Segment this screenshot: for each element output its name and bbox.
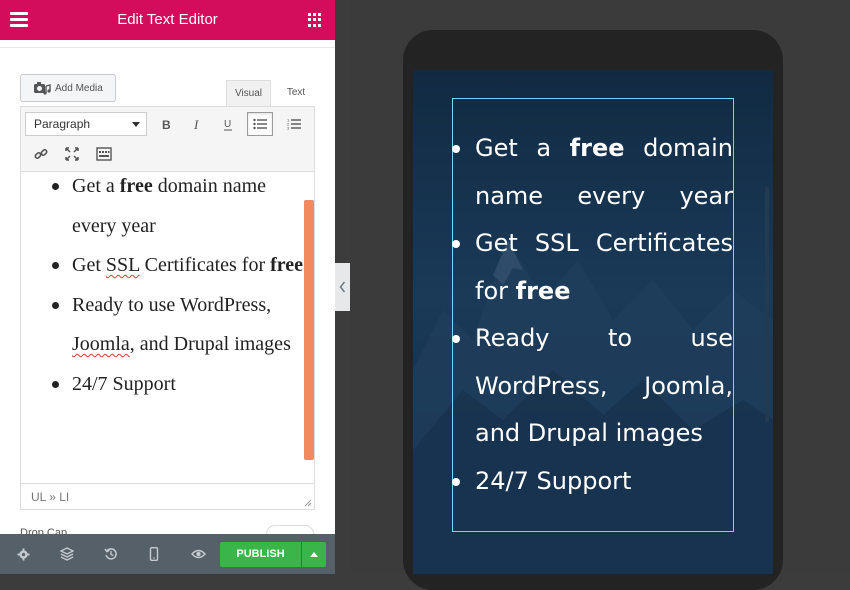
history-button[interactable] (102, 545, 120, 563)
list-item: 24/7 Support (452, 458, 733, 506)
bold-icon: B (162, 118, 171, 130)
navigator-button[interactable] (58, 545, 76, 563)
panel-header: Edit Text Editor (0, 0, 335, 40)
list-item: Ready to use WordPress, Joomla, and Drup… (452, 315, 733, 458)
panel-title: Edit Text Editor (117, 11, 218, 28)
list-item: Ready to use WordPress, Joomla, and Drup… (52, 286, 305, 365)
list-item: Get a free domain name every year (52, 172, 305, 246)
link-icon (34, 148, 48, 160)
numbered-list-button[interactable]: 1 2 3 (281, 112, 307, 136)
format-select-value: Paragraph (34, 117, 91, 131)
format-select[interactable]: Paragraph (25, 112, 147, 136)
bullet-list-button[interactable] (247, 112, 273, 136)
preview-scrollbar[interactable] (765, 187, 769, 422)
svg-text:3: 3 (287, 126, 290, 131)
underline-button[interactable]: U (216, 112, 242, 136)
numbered-list-icon: 1 2 3 (287, 118, 301, 130)
underline-icon: U (224, 119, 232, 130)
grid-icon[interactable] (308, 13, 322, 27)
publish-options-button[interactable] (302, 542, 326, 567)
fullscreen-button[interactable] (59, 142, 85, 166)
add-media-button[interactable]: Add Media (20, 74, 116, 102)
toolbar-toggle-button[interactable] (91, 142, 117, 166)
toolbar-toggle-icon (96, 147, 112, 161)
bullet-list-icon (253, 118, 267, 130)
list-item: Get SSL Certificates for free (52, 246, 305, 286)
list-item: Get SSL Certificates for free (452, 220, 733, 315)
editor-toolbar: Paragraph B I U 1 2 3 (20, 106, 315, 172)
svg-text:B: B (162, 118, 171, 130)
add-media-label: Add Media (55, 82, 103, 94)
editor-scrollbar[interactable] (304, 200, 314, 460)
responsive-mode-button[interactable] (145, 545, 163, 563)
preview-bullet-list: Get a free domain name every year Get SS… (452, 125, 733, 506)
editor-bullet-list: Get a free domain name every year Get SS… (21, 172, 305, 404)
rich-text-editor[interactable]: Get a free domain name every year Get SS… (20, 172, 315, 483)
editor-status-bar: UL » LI (20, 483, 315, 510)
mobile-icon (149, 547, 159, 561)
header-divider (0, 47, 335, 48)
element-path: UL » LI (31, 490, 70, 504)
bold-button[interactable]: B (153, 112, 179, 136)
list-item: Get a free domain name every year (452, 125, 733, 220)
chevron-left-icon (339, 281, 346, 293)
tab-text[interactable]: Text (276, 80, 316, 106)
tab-visual[interactable]: Visual (226, 80, 271, 106)
fullscreen-icon (65, 147, 79, 161)
italic-button[interactable]: I (184, 112, 210, 136)
svg-text:U: U (224, 119, 231, 130)
italic-icon: I (193, 118, 199, 130)
chevron-down-icon (132, 122, 140, 127)
collapse-panel-handle[interactable] (335, 263, 350, 311)
resize-grip-icon[interactable] (304, 499, 312, 507)
history-icon (104, 548, 117, 560)
layers-icon (60, 547, 74, 561)
link-button[interactable] (28, 142, 54, 166)
preview-button[interactable] (189, 545, 207, 563)
svg-text:I: I (193, 118, 199, 130)
settings-icon (16, 547, 30, 561)
settings-button[interactable] (14, 545, 32, 563)
preview-eye-icon (190, 549, 206, 559)
publish-button[interactable]: PUBLISH (220, 542, 301, 567)
list-item: 24/7 Support (52, 365, 305, 405)
camera-music-icon (34, 82, 51, 95)
editor-panel: Edit Text Editor Add Media Visual Text P… (0, 0, 335, 574)
